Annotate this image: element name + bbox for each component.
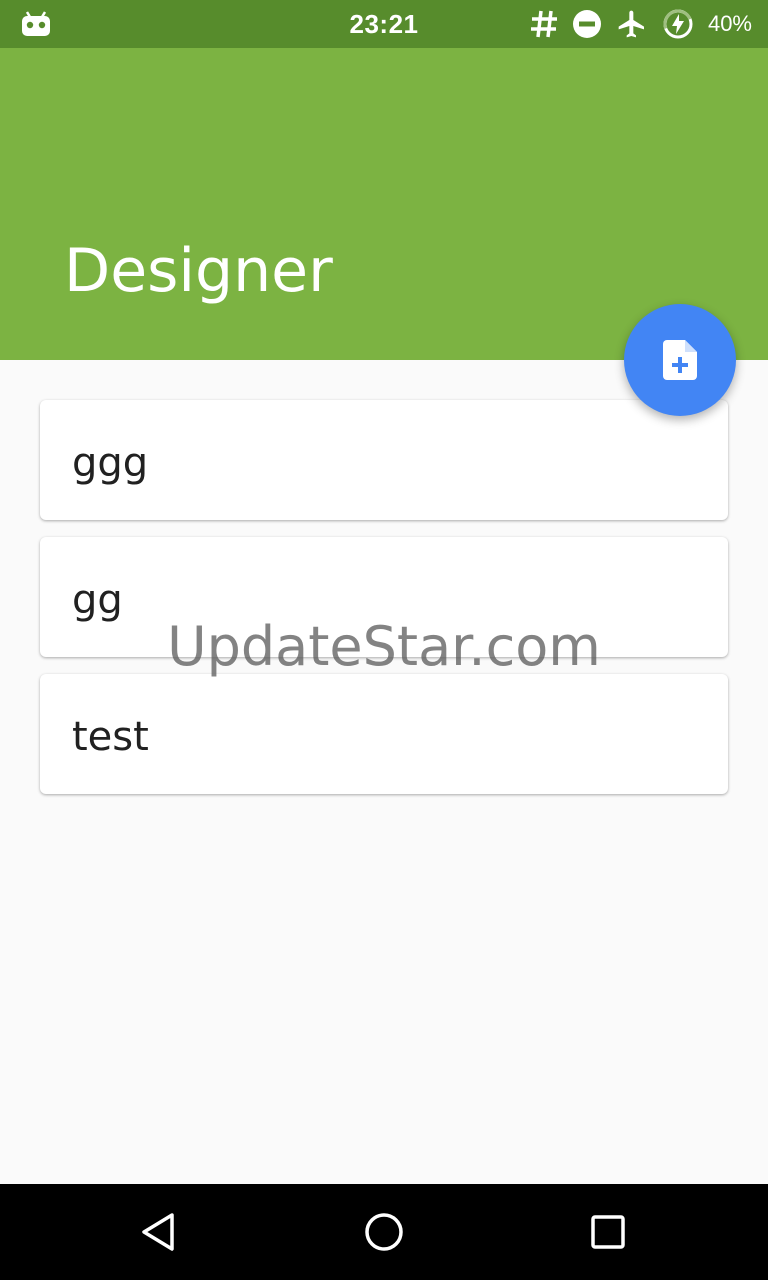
home-icon[interactable] <box>360 1208 408 1256</box>
battery-charging-icon <box>663 9 693 39</box>
new-document-icon <box>663 340 697 380</box>
hash-icon <box>530 10 557 38</box>
list-item[interactable]: ggg <box>40 400 728 520</box>
recents-icon[interactable] <box>584 1208 632 1256</box>
navigation-bar <box>0 1184 768 1280</box>
battery-percent: 40% <box>707 11 752 36</box>
page-title: Designer <box>64 236 333 306</box>
status-bar: 23:21 40% <box>0 0 768 48</box>
watermark: UpdateStar.com <box>167 615 601 678</box>
do-not-disturb-icon <box>572 10 601 38</box>
airplane-mode-icon <box>618 10 644 38</box>
list-item[interactable]: test <box>40 674 728 794</box>
back-icon[interactable] <box>136 1208 184 1256</box>
list-item-label: test <box>72 714 149 760</box>
list-item-label: ggg <box>72 440 149 486</box>
new-document-button[interactable] <box>624 304 736 416</box>
